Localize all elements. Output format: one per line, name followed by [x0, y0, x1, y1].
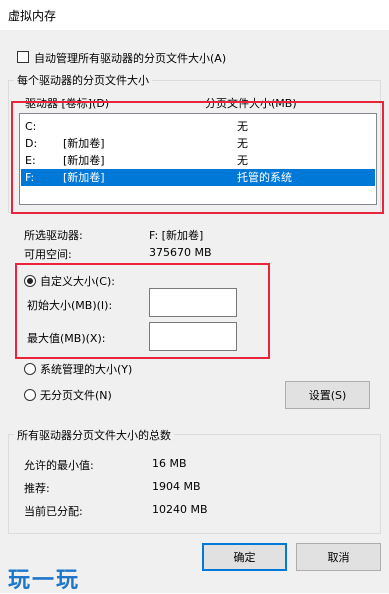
- min-allowed-value: 16 MB: [152, 457, 187, 470]
- free-space-value: 375670 MB: [149, 246, 212, 259]
- totals-group-label: 所有驱动器分页文件大小的总数: [14, 427, 174, 443]
- title-bar: 虚拟内存: [0, 0, 389, 30]
- current-allocated-value: 10240 MB: [152, 503, 208, 516]
- no-paging-radio[interactable]: [24, 389, 36, 401]
- per-drive-group-label: 每个驱动器的分页文件大小: [14, 72, 152, 88]
- recommended-value: 1904 MB: [152, 480, 201, 493]
- recommended-label: 推荐:: [24, 482, 50, 495]
- system-managed-radio[interactable]: [24, 363, 36, 375]
- auto-manage-checkbox[interactable]: [17, 51, 29, 63]
- window-title: 虚拟内存: [8, 9, 57, 23]
- system-managed-label[interactable]: 系统管理的大小(Y): [40, 361, 132, 377]
- selected-drive-value: F: [新加卷]: [149, 229, 204, 242]
- no-paging-label[interactable]: 无分页文件(N): [40, 387, 112, 403]
- free-space-label: 可用空间:: [24, 248, 72, 261]
- auto-manage-label[interactable]: 自动管理所有驱动器的分页文件大小(A): [34, 50, 226, 66]
- cancel-button[interactable]: 取消: [296, 543, 381, 571]
- current-allocated-label: 当前已分配:: [24, 505, 83, 518]
- min-allowed-label: 允许的最小值:: [24, 459, 94, 472]
- set-button[interactable]: 设置(S): [285, 381, 370, 409]
- ok-button[interactable]: 确定: [202, 543, 287, 571]
- highlight-box-drive-list: [11, 101, 384, 214]
- selected-drive-label: 所选驱动器:: [24, 229, 83, 242]
- highlight-box-custom-size: [15, 263, 270, 359]
- watermark-logo: 玩一玩: [8, 568, 81, 593]
